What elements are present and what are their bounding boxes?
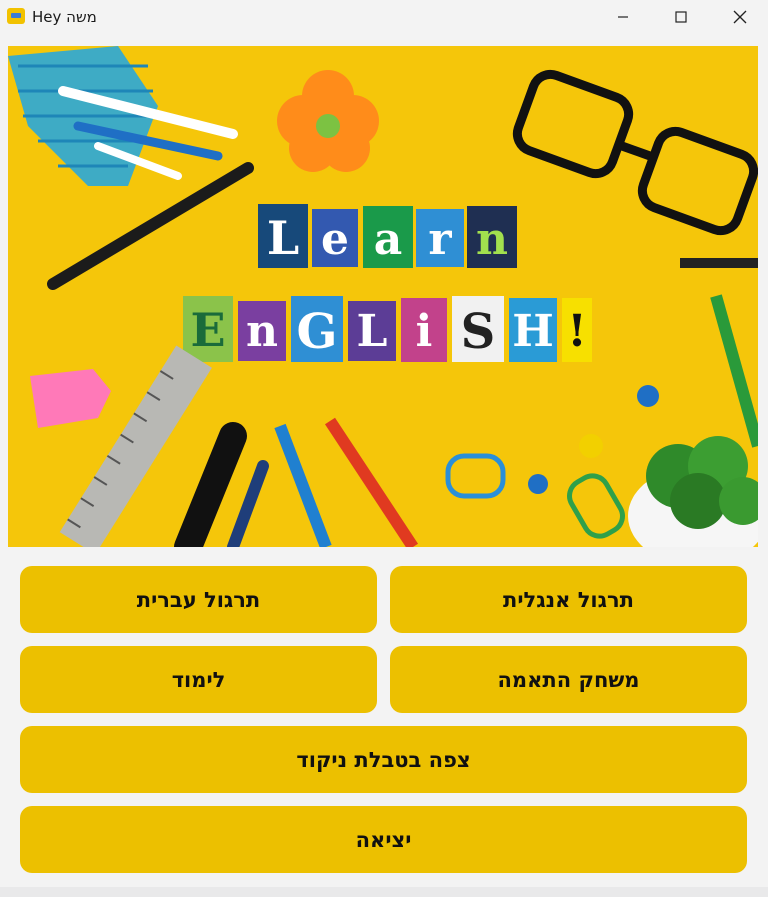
book-icon: [7, 8, 25, 24]
svg-text:L: L: [267, 211, 299, 265]
title-bar: Hey משה: [0, 0, 768, 34]
svg-text:e: e: [321, 214, 349, 265]
minimize-icon: [618, 16, 628, 18]
study-button[interactable]: לימוד: [20, 646, 377, 713]
matching-game-button[interactable]: משחק התאמה: [390, 646, 747, 713]
svg-text:n: n: [246, 306, 278, 357]
pushpin-icon: [528, 474, 548, 494]
svg-text:H: H: [512, 306, 554, 357]
hero-image: L e a r n E n G L i S H !: [8, 46, 758, 547]
word-learn: L e a r n: [258, 204, 517, 268]
close-icon: [733, 10, 747, 24]
maximize-icon: [675, 11, 687, 23]
svg-text:!: !: [567, 306, 586, 357]
pushpin-icon: [637, 385, 659, 407]
window-title: Hey משה: [32, 8, 97, 26]
english-practice-button[interactable]: תרגול אנגלית: [390, 566, 747, 633]
svg-text:L: L: [357, 306, 388, 357]
svg-text:r: r: [428, 214, 452, 265]
pushpin-icon: [579, 434, 603, 458]
close-button[interactable]: [717, 0, 763, 34]
learn-english-illustration: L e a r n E n G L i S H !: [8, 46, 758, 547]
word-english: E n G L i S H !: [183, 296, 592, 362]
minimize-button[interactable]: [600, 0, 646, 34]
window-bottom-edge: [0, 887, 768, 897]
svg-text:E: E: [190, 303, 225, 357]
svg-text:S: S: [461, 304, 496, 360]
svg-text:G: G: [297, 304, 338, 360]
maximize-button[interactable]: [658, 0, 704, 34]
scoreboard-button[interactable]: צפה בטבלת ניקוד: [20, 726, 747, 793]
svg-text:n: n: [476, 214, 508, 265]
svg-text:i: i: [416, 306, 433, 357]
hebrew-practice-button[interactable]: תרגול עברית: [20, 566, 377, 633]
svg-text:a: a: [374, 214, 403, 265]
exit-button[interactable]: יציאה: [20, 806, 747, 873]
